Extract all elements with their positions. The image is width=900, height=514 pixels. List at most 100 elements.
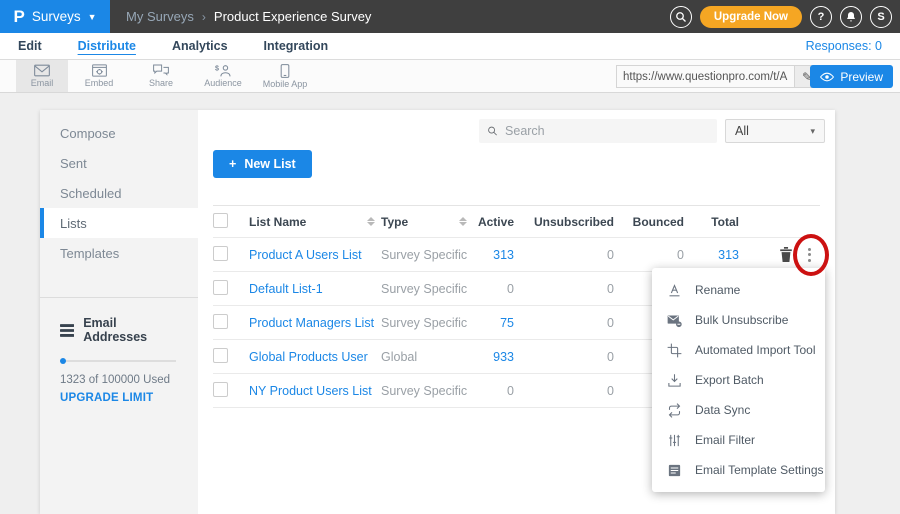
menu-item-export-batch[interactable]: Export Batch xyxy=(652,365,825,395)
menu-item-export-batch-label: Export Batch xyxy=(695,373,764,387)
tab-distribute[interactable]: Distribute xyxy=(78,39,136,53)
menu-item-bulk-unsubscribe-label: Bulk Unsubscribe xyxy=(695,313,788,327)
preview-label: Preview xyxy=(840,70,883,84)
list-context-menu: Rename Bulk Unsubscribe Automated Import… xyxy=(652,268,825,492)
mode-audience[interactable]: $ Audience xyxy=(192,60,254,92)
unsubscribed-count: 0 xyxy=(528,350,628,364)
preview-button[interactable]: Preview xyxy=(810,65,893,88)
unsubscribed-count: 0 xyxy=(528,248,628,262)
menu-item-email-template-settings-label: Email Template Settings xyxy=(695,463,824,477)
mode-share[interactable]: Share xyxy=(130,60,192,92)
list-type-label: Global xyxy=(381,350,417,364)
row-checkbox[interactable] xyxy=(213,348,228,363)
menu-item-email-template-settings[interactable]: Email Template Settings xyxy=(652,455,825,485)
notifications-button[interactable] xyxy=(840,6,862,28)
menu-item-data-sync-label: Data Sync xyxy=(695,403,750,417)
row-menu-kebab-icon[interactable] xyxy=(802,244,817,266)
total-count: 313 xyxy=(698,248,753,262)
col-type: Type xyxy=(381,215,408,229)
email-icon xyxy=(34,64,50,77)
mobile-app-icon xyxy=(280,64,290,78)
sidebar-item-scheduled[interactable]: Scheduled xyxy=(40,178,198,208)
lists-main: All ▾ + New List List Name Type Active xyxy=(198,110,835,514)
list-name-link[interactable]: Global Products User xyxy=(249,350,368,364)
col-list-name: List Name xyxy=(249,215,306,229)
list-name-link[interactable]: Default List-1 xyxy=(249,282,323,296)
sidebar-compose-label: Compose xyxy=(60,126,116,141)
rename-icon xyxy=(667,283,682,298)
list-stack-icon xyxy=(60,324,74,337)
trash-icon xyxy=(779,247,793,262)
active-count: 313 xyxy=(473,248,528,262)
sidebar-item-sent[interactable]: Sent xyxy=(40,148,198,178)
account-avatar[interactable]: S xyxy=(870,6,892,28)
breadcrumb-my-surveys[interactable]: My Surveys xyxy=(126,9,194,24)
active-count: 0 xyxy=(473,384,528,398)
chevron-down-icon: ▾ xyxy=(810,126,815,137)
responses-count[interactable]: Responses: 0 xyxy=(806,39,882,53)
usage-text: 1323 of 100000 Used xyxy=(60,374,178,386)
menu-item-data-sync[interactable]: Data Sync xyxy=(652,395,825,425)
mode-mobile-app[interactable]: Mobile App xyxy=(254,60,316,92)
menu-item-automated-import[interactable]: Automated Import Tool xyxy=(652,335,825,365)
eye-icon xyxy=(820,72,834,82)
menu-item-email-filter[interactable]: Email Filter xyxy=(652,425,825,455)
sidebar-lists-label: Lists xyxy=(60,216,87,231)
select-all-checkbox[interactable] xyxy=(213,213,228,228)
survey-url-input[interactable] xyxy=(616,65,794,88)
breadcrumb-separator-icon: › xyxy=(202,10,206,24)
sort-list-name-icon[interactable] xyxy=(367,217,381,226)
table-row: Product A Users List Survey Specific 313… xyxy=(213,238,820,272)
help-button[interactable]: ? xyxy=(810,6,832,28)
question-mark-icon: ? xyxy=(818,11,825,23)
mode-embed-label: Embed xyxy=(85,78,114,88)
surveys-product-switcher[interactable]: P Surveys ▼ xyxy=(0,0,110,33)
row-checkbox[interactable] xyxy=(213,246,228,261)
menu-item-bulk-unsubscribe[interactable]: Bulk Unsubscribe xyxy=(652,305,825,335)
menu-item-rename[interactable]: Rename xyxy=(652,275,825,305)
list-name-link[interactable]: Product Managers List xyxy=(249,316,374,330)
upgrade-now-button[interactable]: Upgrade Now xyxy=(700,6,802,28)
mode-audience-label: Audience xyxy=(204,78,242,88)
sidebar-item-templates[interactable]: Templates xyxy=(40,238,198,268)
mode-embed[interactable]: Embed xyxy=(68,60,130,92)
sidebar-item-lists[interactable]: Lists xyxy=(40,208,198,238)
row-checkbox[interactable] xyxy=(213,314,228,329)
distribute-toolbar: Email Embed Share $ Audience Mobile App … xyxy=(0,60,900,93)
tab-analytics[interactable]: Analytics xyxy=(172,39,228,53)
email-filter-icon xyxy=(667,433,682,448)
sidebar-item-compose[interactable]: Compose xyxy=(40,118,198,148)
search-icon xyxy=(487,125,498,137)
lists-panel: Compose Sent Scheduled Lists Templates E… xyxy=(40,110,835,514)
col-active: Active xyxy=(473,215,528,229)
new-list-button[interactable]: + New List xyxy=(213,150,312,178)
unsubscribed-count: 0 xyxy=(528,316,628,330)
tab-edit[interactable]: Edit xyxy=(18,39,42,53)
export-batch-icon xyxy=(667,373,682,388)
usage-progress-bar xyxy=(60,360,176,362)
email-addresses-title: Email Addresses xyxy=(83,316,178,344)
list-controls: All ▾ xyxy=(198,110,835,143)
list-search-input[interactable] xyxy=(505,124,709,138)
product-name: Surveys xyxy=(32,9,81,24)
menu-item-rename-label: Rename xyxy=(695,283,740,297)
list-search-box xyxy=(479,119,717,143)
mode-email[interactable]: Email xyxy=(16,60,68,92)
list-name-link[interactable]: Product A Users List xyxy=(249,248,362,262)
delete-list-button[interactable] xyxy=(779,247,793,262)
list-name-link[interactable]: NY Product Users List xyxy=(249,384,372,398)
sidebar-templates-label: Templates xyxy=(60,246,119,261)
row-checkbox[interactable] xyxy=(213,280,228,295)
list-filter-dropdown[interactable]: All ▾ xyxy=(725,119,825,143)
row-checkbox[interactable] xyxy=(213,382,228,397)
unsubscribed-count: 0 xyxy=(528,384,628,398)
tab-integration[interactable]: Integration xyxy=(264,39,329,53)
data-sync-icon xyxy=(667,403,682,418)
topbar-actions: Upgrade Now ? S xyxy=(670,6,892,28)
sort-type-icon[interactable] xyxy=(459,217,473,226)
embed-icon xyxy=(92,64,107,77)
table-header-row: List Name Type Active Unsubscribed Bounc… xyxy=(213,205,820,238)
upgrade-limit-link[interactable]: UPGRADE LIMIT xyxy=(60,392,178,404)
search-button[interactable] xyxy=(670,6,692,28)
survey-nav: Edit Distribute Analytics Integration Re… xyxy=(0,33,900,60)
